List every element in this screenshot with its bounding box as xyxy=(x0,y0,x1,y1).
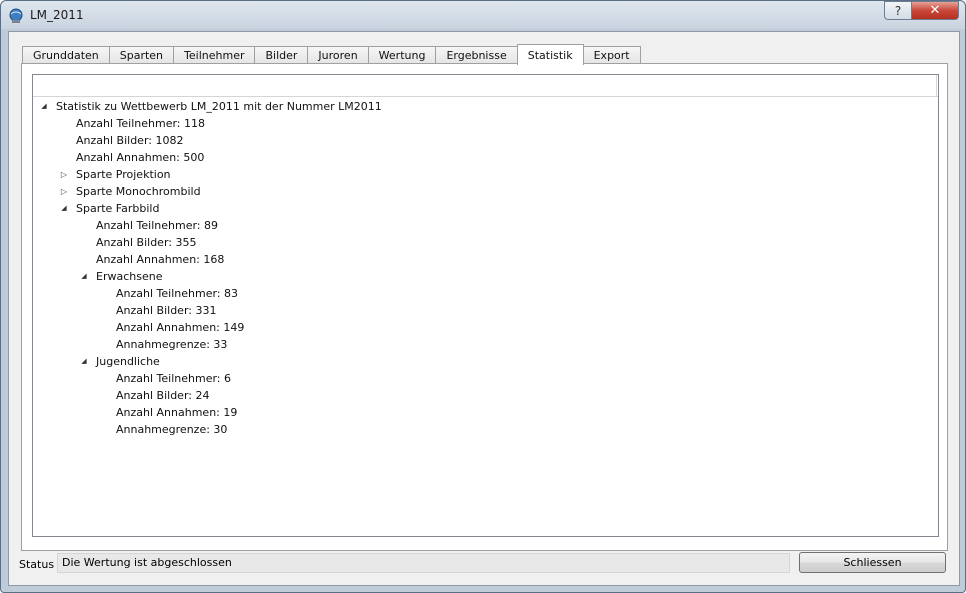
tree-row[interactable]: Anzahl Bilder: 24 xyxy=(33,387,938,404)
tab-bar: Grunddaten Sparten Teilnehmer Bilder Juroren… xyxy=(22,44,641,65)
tree-item-label: Annahmegrenze: 30 xyxy=(116,423,228,436)
triangle-expanded-icon[interactable]: ◢ xyxy=(39,98,49,115)
tree-item-label: Anzahl Teilnehmer: 89 xyxy=(96,219,218,232)
app-window: LM_2011 ? ✕ Grunddaten Sparten Teilnehmer B… xyxy=(0,0,966,593)
tab-statistik[interactable]: Statistik xyxy=(516,44,584,65)
tab-ergebnisse[interactable]: Ergebnisse xyxy=(435,46,518,64)
tree-item-label: Anzahl Bilder: 24 xyxy=(116,389,210,402)
tree-item-label: Anzahl Bilder: 331 xyxy=(116,304,217,317)
tree-row[interactable]: Anzahl Annahmen: 500 xyxy=(33,149,938,166)
triangle-collapsed-icon[interactable]: ▷ xyxy=(59,183,69,200)
tree-row[interactable]: Anzahl Annahmen: 149 xyxy=(33,319,938,336)
globe-icon xyxy=(9,8,23,23)
tab-wertung[interactable]: Wertung xyxy=(367,46,437,64)
caption-buttons: ? ✕ xyxy=(884,1,959,21)
tab-panel-statistik: ◢ Statistik zu Wettbewerb LM_2011 mit der… xyxy=(21,63,948,551)
tree-item-label: Anzahl Bilder: 355 xyxy=(96,236,197,249)
tree-row[interactable]: Anzahl Annahmen: 168 xyxy=(33,251,938,268)
tree-row[interactable]: Anzahl Bilder: 331 xyxy=(33,302,938,319)
schliessen-button[interactable]: Schliessen xyxy=(799,552,946,573)
tree-item-label: Anzahl Teilnehmer: 83 xyxy=(116,287,238,300)
tree-item-label: Anzahl Annahmen: 168 xyxy=(96,253,225,266)
triangle-expanded-icon[interactable]: ◢ xyxy=(59,200,69,217)
tree-rows: ◢ Statistik zu Wettbewerb LM_2011 mit der… xyxy=(33,98,938,438)
tree-item-label: Anzahl Bilder: 1082 xyxy=(76,134,184,147)
triangle-collapsed-icon[interactable]: ▷ xyxy=(59,166,69,183)
statistics-tree[interactable]: ◢ Statistik zu Wettbewerb LM_2011 mit der… xyxy=(32,74,939,537)
tree-item-label: Jugendliche xyxy=(96,355,160,368)
tree-item-label: Sparte Farbbild xyxy=(76,202,160,215)
tree-row[interactable]: Anzahl Bilder: 1082 xyxy=(33,132,938,149)
tab-export[interactable]: Export xyxy=(582,46,641,64)
tree-item-label: Anzahl Teilnehmer: 118 xyxy=(76,117,205,130)
tree-row[interactable]: ◢ Erwachsene xyxy=(33,268,938,285)
tree-row[interactable]: Anzahl Teilnehmer: 83 xyxy=(33,285,938,302)
status-bar: Status Die Wertung ist abgeschlossen Sch… xyxy=(9,549,959,585)
tree-item-label: Sparte Monochrombild xyxy=(76,185,201,198)
tree-row[interactable]: Annahmegrenze: 30 xyxy=(33,421,938,438)
tree-row[interactable]: Anzahl Teilnehmer: 118 xyxy=(33,115,938,132)
tree-row[interactable]: Annahmegrenze: 33 xyxy=(33,336,938,353)
tab-teilnehmer[interactable]: Teilnehmer xyxy=(173,46,256,64)
header-divider xyxy=(936,75,937,96)
title-bar[interactable]: LM_2011 ? ✕ xyxy=(1,1,965,31)
tab-grunddaten[interactable]: Grunddaten xyxy=(22,46,110,64)
triangle-expanded-icon[interactable]: ◢ xyxy=(79,353,89,370)
tree-row[interactable]: Anzahl Teilnehmer: 6 xyxy=(33,370,938,387)
tree-row[interactable]: ◢ Statistik zu Wettbewerb LM_2011 mit der… xyxy=(33,98,938,115)
help-button[interactable]: ? xyxy=(884,1,911,20)
triangle-expanded-icon[interactable]: ◢ xyxy=(79,268,89,285)
tree-row[interactable]: ◢ Sparte Farbbild xyxy=(33,200,938,217)
tree-item-label: Anzahl Annahmen: 149 xyxy=(116,321,245,334)
tab-juroren[interactable]: Juroren xyxy=(307,46,369,64)
tree-row[interactable]: Anzahl Teilnehmer: 89 xyxy=(33,217,938,234)
tree-item-label: Erwachsene xyxy=(96,270,163,283)
tree-item-label: Anzahl Teilnehmer: 6 xyxy=(116,372,231,385)
client-area: Grunddaten Sparten Teilnehmer Bilder Juroren… xyxy=(8,31,960,586)
status-field: Die Wertung ist abgeschlossen xyxy=(57,553,790,573)
tree-item-label: Anzahl Annahmen: 500 xyxy=(76,151,205,164)
tree-row[interactable]: ▷ Sparte Monochrombild xyxy=(33,183,938,200)
tree-row[interactable]: Anzahl Annahmen: 19 xyxy=(33,404,938,421)
close-window-button[interactable]: ✕ xyxy=(911,1,959,20)
tree-row[interactable]: ◢ Jugendliche xyxy=(33,353,938,370)
tab-sparten[interactable]: Sparten xyxy=(108,46,175,64)
tree-row[interactable]: ▷ Sparte Projektion xyxy=(33,166,938,183)
tree-row[interactable]: Anzahl Bilder: 355 xyxy=(33,234,938,251)
tree-item-label: Sparte Projektion xyxy=(76,168,171,181)
tab-bilder[interactable]: Bilder xyxy=(254,46,309,64)
tree-item-label: Statistik zu Wettbewerb LM_2011 mit der … xyxy=(56,100,382,113)
tree-header xyxy=(33,75,938,97)
status-label: Status xyxy=(19,558,55,571)
tree-item-label: Anzahl Annahmen: 19 xyxy=(116,406,238,419)
tree-item-label: Annahmegrenze: 33 xyxy=(116,338,228,351)
window-title: LM_2011 xyxy=(30,8,84,22)
